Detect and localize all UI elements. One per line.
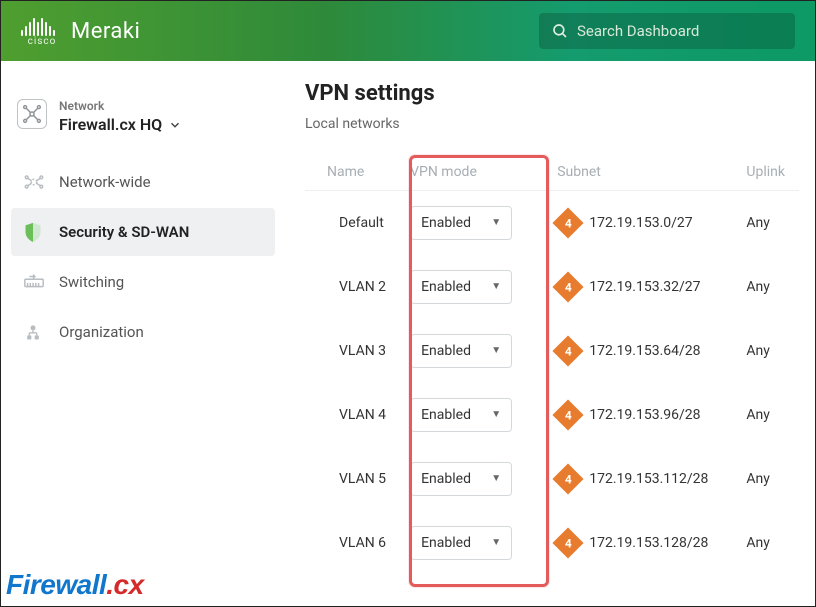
ipv4-badge-icon: 4 [553,207,584,238]
cisco-bars-icon [21,16,55,36]
sidebar-nav: Network-wide Security & SD-WAN [11,158,275,356]
section-heading: Local networks [305,116,799,132]
cisco-text: cisco [28,36,57,47]
row-name: VLAN 4 [305,383,410,447]
subnet-value: 172.19.153.128/28 [589,535,708,551]
table-row: VLAN 3 Enabled ▼ 4 172.19.153.64/28 Any [305,319,799,383]
vpn-mode-value: Enabled [421,279,471,295]
ipv4-badge-icon: 4 [553,463,584,494]
vpn-mode-dropdown[interactable]: Enabled ▼ [410,462,512,496]
network-icon [17,99,47,129]
vpn-mode-dropdown[interactable]: Enabled ▼ [410,270,512,304]
vpn-mode-dropdown[interactable]: Enabled ▼ [410,526,512,560]
subnet-value: 172.19.153.64/28 [589,343,700,359]
row-name: VLAN 2 [305,255,410,319]
row-name: VLAN 3 [305,319,410,383]
table-row: VLAN 4 Enabled ▼ 4 172.19.153.96/28 Any [305,383,799,447]
cisco-logo: cisco [21,16,63,47]
caret-down-icon: ▼ [491,281,501,292]
col-uplink: Uplink [746,154,799,191]
nav-security-sdwan[interactable]: Security & SD-WAN [11,208,275,256]
table-row: Default Enabled ▼ 4 172.19.153.0/27 Any [305,191,799,255]
uplink-value: Any [746,511,799,575]
nav-network-wide[interactable]: Network-wide [11,158,275,206]
shield-icon [23,221,51,243]
col-mode: VPN mode [410,154,557,191]
nav-label: Switching [59,273,124,291]
caret-down-icon: ▼ [491,217,501,228]
search-icon [551,22,569,40]
subnet-value: 172.19.153.0/27 [589,215,692,231]
subnet-value: 172.19.153.112/28 [589,471,708,487]
col-subnet: Subnet [557,154,746,191]
organization-icon [23,322,51,342]
page-title: VPN settings [305,81,799,106]
row-name: Default [305,191,410,255]
network-name: Firewall.cx HQ [59,115,162,134]
vpn-mode-value: Enabled [421,407,471,423]
ipv4-badge-icon: 4 [553,271,584,302]
watermark: Firewall.cx [6,569,144,601]
uplink-value: Any [746,447,799,511]
watermark-part2: .cx [106,569,143,600]
vpn-mode-value: Enabled [421,343,471,359]
vpn-mode-dropdown[interactable]: Enabled ▼ [410,206,512,240]
row-name: VLAN 6 [305,511,410,575]
row-name: VLAN 5 [305,447,410,511]
table-row: VLAN 6 Enabled ▼ 4 172.19.153.128/28 Any [305,511,799,575]
nav-organization[interactable]: Organization [11,308,275,356]
vpn-mode-dropdown[interactable]: Enabled ▼ [410,334,512,368]
vpn-mode-dropdown[interactable]: Enabled ▼ [410,398,512,432]
ipv4-badge-icon: 4 [553,527,584,558]
uplink-value: Any [746,191,799,255]
subnet-value: 172.19.153.96/28 [589,407,700,423]
search-placeholder: Search Dashboard [577,22,699,40]
uplink-value: Any [746,319,799,383]
globe-nodes-icon [23,171,51,193]
network-label: Network [59,99,182,113]
ipv4-badge-icon: 4 [553,399,584,430]
network-selector[interactable]: Network Firewall.cx HQ [17,99,275,134]
caret-down-icon: ▼ [491,409,501,420]
caret-down-icon: ▼ [491,537,501,548]
caret-down-icon: ▼ [491,473,501,484]
product-name: Meraki [71,19,140,44]
vpn-mode-value: Enabled [421,215,471,231]
subnet-value: 172.19.153.32/27 [589,279,700,295]
nav-label: Security & SD-WAN [59,223,189,241]
uplink-value: Any [746,255,799,319]
table-row: VLAN 5 Enabled ▼ 4 172.19.153.112/28 Any [305,447,799,511]
nav-label: Organization [59,323,144,341]
sidebar: Network Firewall.cx HQ [1,61,285,606]
chevron-down-icon [168,118,182,132]
vpn-mode-value: Enabled [421,535,471,551]
nav-switching[interactable]: Switching [11,258,275,306]
main-content: VPN settings Local networks Name VPN mod… [285,61,815,606]
top-bar: cisco Meraki Search Dashboard [1,1,815,61]
uplink-value: Any [746,383,799,447]
switch-icon [23,273,51,291]
table-row: VLAN 2 Enabled ▼ 4 172.19.153.32/27 Any [305,255,799,319]
vpn-mode-value: Enabled [421,471,471,487]
caret-down-icon: ▼ [491,345,501,356]
ipv4-badge-icon: 4 [553,335,584,366]
brand-logo: cisco Meraki [21,16,140,47]
local-networks-table: Name VPN mode Subnet Uplink DefaultEnabl… [305,154,799,575]
watermark-part1: Firewall [6,569,106,600]
search-input[interactable]: Search Dashboard [539,13,795,49]
col-name: Name [305,154,410,191]
nav-label: Network-wide [59,173,151,191]
